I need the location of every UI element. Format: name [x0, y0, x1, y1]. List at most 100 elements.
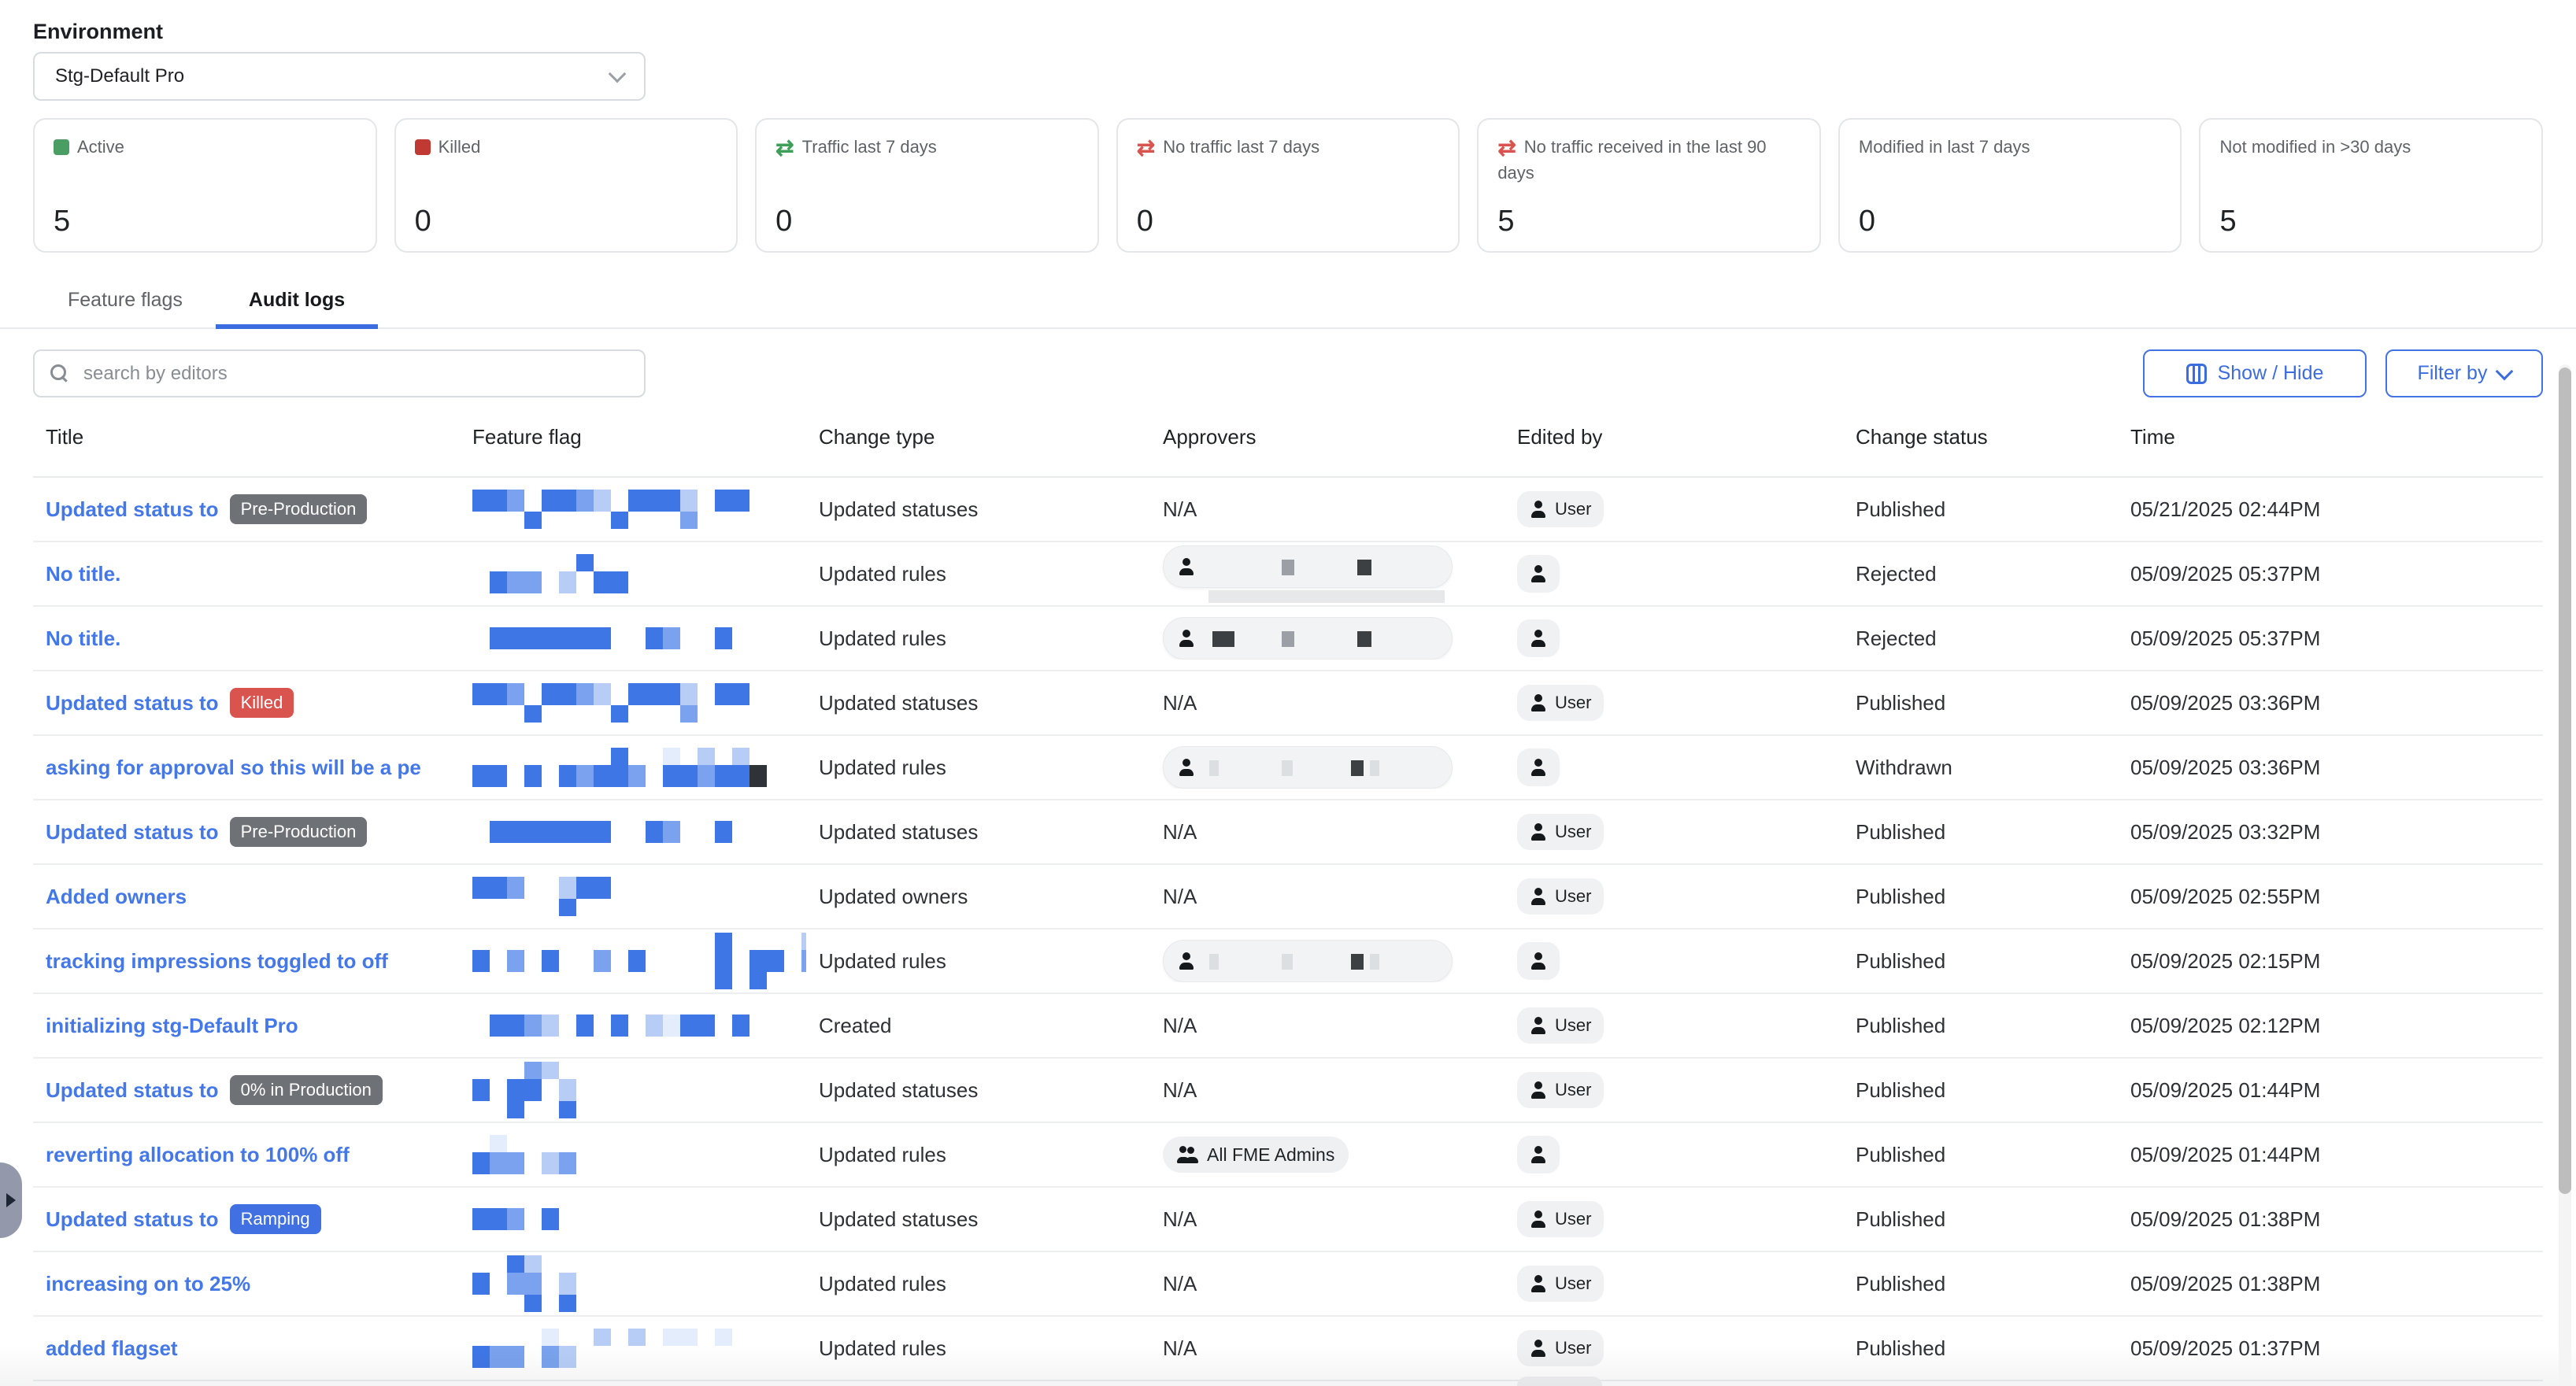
summary-card-value: 0: [1859, 205, 2162, 238]
summary-card-label: No traffic last 7 days: [1137, 135, 1440, 161]
search-box: [33, 349, 646, 397]
edited-by-avatar-pill[interactable]: [1517, 555, 1560, 593]
audit-title-link[interactable]: asking for approval so this will be a pe: [46, 756, 421, 780]
vertical-scrollbar-thumb[interactable]: [2559, 368, 2571, 1194]
feature-flag-redacted[interactable]: [472, 1208, 806, 1230]
approvers-cell: N/A: [1150, 691, 1505, 715]
summary-cards: Active5Killed0Traffic last 7 days0No tra…: [33, 118, 2543, 253]
environment-select[interactable]: Stg-Default Pro: [33, 52, 646, 101]
person-icon: [1530, 694, 1547, 711]
edited-by-user-pill[interactable]: User: [1517, 1072, 1604, 1108]
column-header-title: Title: [33, 425, 460, 449]
feature-flag-redacted[interactable]: [472, 748, 806, 787]
audit-title-link[interactable]: Added owners: [46, 885, 187, 909]
search-input[interactable]: [33, 349, 646, 397]
approver-redacted-subline: [1208, 590, 1445, 603]
time-cell: 05/09/2025 02:55PM: [2118, 885, 2543, 909]
audit-title-link[interactable]: No title.: [46, 562, 120, 586]
feature-flag-redacted[interactable]: [472, 1329, 806, 1368]
edited-by-cell: [1505, 555, 1843, 593]
edited-by-cell: [1505, 1136, 1843, 1173]
audit-title-link[interactable]: tracking impressions toggled to off: [46, 949, 388, 974]
audit-title-link[interactable]: added flagset: [46, 1336, 178, 1361]
audit-title-link[interactable]: increasing on to 25%: [46, 1272, 250, 1296]
summary-card: No traffic last 7 days0: [1116, 118, 1460, 253]
approvers-cell-content: N/A: [1163, 691, 1505, 715]
edited-by-user-label: User: [1555, 499, 1591, 519]
edited-by-user-pill[interactable]: User: [1517, 491, 1604, 527]
audit-title-link[interactable]: initializing stg-Default Pro: [46, 1014, 298, 1038]
edited-by-user-pill[interactable]: User: [1517, 1007, 1604, 1044]
feature-flag-redacted[interactable]: [472, 821, 806, 843]
edited-by-cell: User: [1505, 491, 1843, 527]
edited-by-user-label: User: [1555, 1015, 1591, 1036]
summary-card-label: Not modified in >30 days: [2219, 135, 2522, 159]
approver-pill-redacted[interactable]: [1163, 617, 1453, 660]
feature-flag-redacted[interactable]: [472, 1255, 806, 1312]
edited-by-avatar-pill[interactable]: [1517, 942, 1560, 980]
no-traffic-arrows-icon: [1497, 136, 1516, 161]
title-cell: Added owners: [33, 885, 460, 909]
feature-flag-redacted[interactable]: [472, 627, 806, 649]
tab-feature-flags[interactable]: Feature flags: [35, 276, 216, 327]
feature-flag-cell: [460, 1329, 806, 1368]
audit-title-link[interactable]: reverting allocation to 100% off: [46, 1143, 350, 1167]
summary-card: No traffic received in the last 90 days5: [1477, 118, 1821, 253]
title-cell: Updated status to0% in Production: [33, 1075, 460, 1105]
killed-square-icon: [415, 139, 431, 155]
tab-audit-logs[interactable]: Audit logs: [216, 276, 378, 327]
filter-by-button[interactable]: Filter by: [2385, 349, 2543, 397]
feature-flag-redacted[interactable]: [472, 877, 806, 916]
expand-sidebar-handle[interactable]: [0, 1162, 22, 1238]
edited-by-user-pill[interactable]: User: [1517, 878, 1604, 915]
approvers-cell-content: N/A: [1163, 1336, 1505, 1361]
edited-by-user-pill[interactable]: User: [1517, 1201, 1604, 1237]
time-cell: 05/21/2025 02:44PM: [2118, 497, 2543, 522]
feature-flag-redacted[interactable]: [472, 933, 806, 989]
feature-flag-redacted[interactable]: [472, 1015, 806, 1037]
summary-card-value: 5: [2219, 205, 2522, 238]
table-row: Updated status toKilledUpdated statusesN…: [33, 671, 2543, 736]
edited-by-user-pill[interactable]: User: [1517, 685, 1604, 721]
audit-title-link[interactable]: Updated status to: [46, 1078, 219, 1103]
person-icon: [1178, 759, 1195, 776]
feature-flag-redacted[interactable]: [472, 1135, 806, 1174]
approvers-cell: [1150, 746, 1505, 789]
edited-by-user-label: User: [1555, 1080, 1591, 1100]
edited-by-user-pill[interactable]: User: [1517, 1266, 1604, 1302]
audit-title-link[interactable]: No title.: [46, 626, 120, 651]
feature-flag-redacted[interactable]: [472, 490, 806, 529]
approver-pill-redacted[interactable]: [1163, 746, 1453, 789]
edited-by-avatar-pill[interactable]: [1517, 748, 1560, 786]
column-header-feature-flag: Feature flag: [460, 425, 806, 449]
approver-pill-redacted[interactable]: [1163, 545, 1453, 588]
edited-by-avatar-pill[interactable]: [1517, 1136, 1560, 1173]
feature-flag-cell: [460, 933, 806, 989]
feature-flag-redacted[interactable]: [472, 683, 806, 723]
person-icon: [1178, 630, 1195, 647]
feature-flag-redacted[interactable]: [472, 554, 806, 593]
change-status-cell: Published: [1843, 1336, 2118, 1361]
audit-title-link[interactable]: Updated status to: [46, 1207, 219, 1232]
feature-flag-cell: [460, 1208, 806, 1230]
feature-flag-cell: [460, 1062, 806, 1118]
edited-by-avatar-pill[interactable]: [1517, 619, 1560, 657]
approver-pill-redacted[interactable]: [1163, 940, 1453, 982]
audit-title-link[interactable]: Updated status to: [46, 820, 219, 845]
audit-title-link[interactable]: Updated status to: [46, 691, 219, 715]
feature-flag-redacted[interactable]: [472, 1062, 806, 1118]
summary-card: Not modified in >30 days 5: [2199, 118, 2543, 253]
approver-group-pill[interactable]: All FME Admins: [1163, 1137, 1349, 1173]
people-icon: [1177, 1146, 1199, 1163]
title-cell: reverting allocation to 100% off: [33, 1143, 460, 1167]
edited-by-user-pill[interactable]: User: [1517, 814, 1604, 850]
table-row: Updated status toPre-ProductionUpdated s…: [33, 478, 2543, 542]
change-type-cell: Updated statuses: [806, 1207, 1150, 1232]
table-row: Updated status toRampingUpdated statuses…: [33, 1188, 2543, 1252]
approvers-cell: All FME Admins: [1150, 1137, 1505, 1173]
audit-title-link[interactable]: Updated status to: [46, 497, 219, 522]
title-cell: Updated status toPre-Production: [33, 494, 460, 524]
show-hide-button[interactable]: Show / Hide: [2143, 349, 2367, 397]
change-status-cell: Published: [1843, 820, 2118, 845]
edited-by-user-pill[interactable]: User: [1517, 1330, 1604, 1366]
